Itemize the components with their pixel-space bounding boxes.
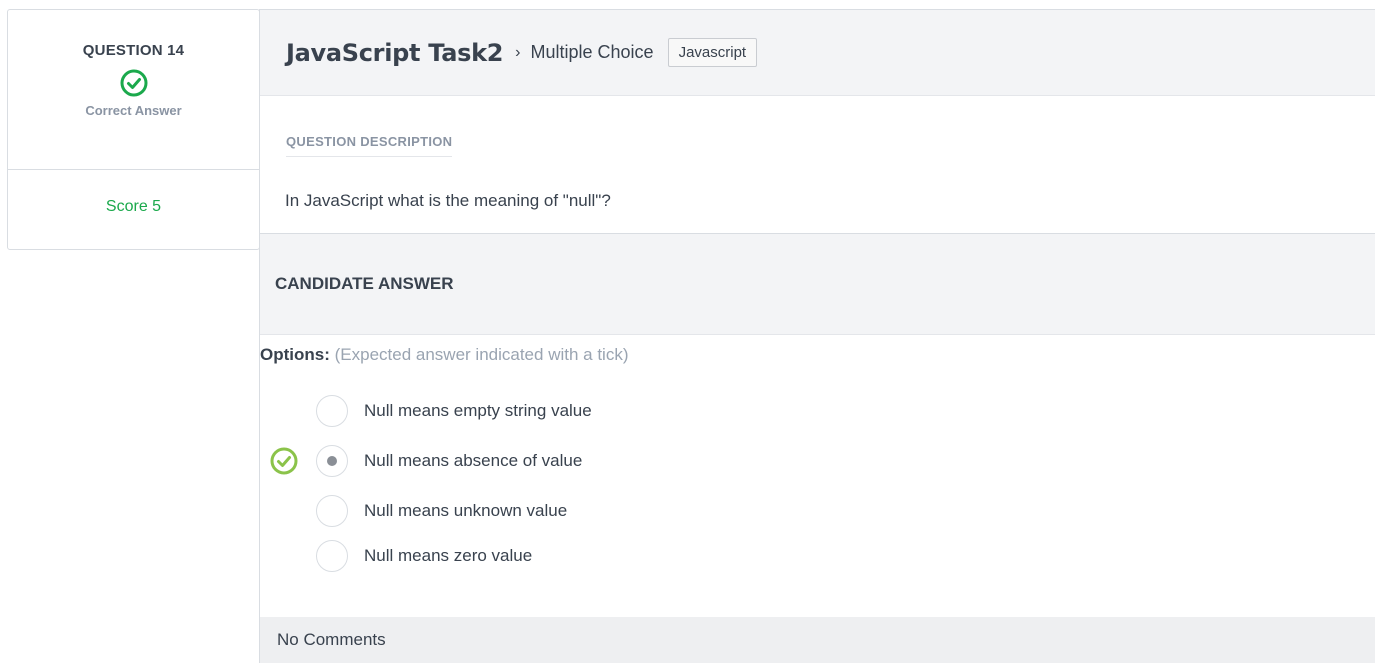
correct-check-icon <box>120 69 147 97</box>
option-label: Null means empty string value <box>364 401 592 420</box>
status-label: Correct Answer <box>85 103 182 118</box>
tick-slot <box>260 494 316 528</box>
question-type: Multiple Choice <box>530 42 654 62</box>
options-title: Options: <box>260 345 330 364</box>
question-number: QUESTION 14 <box>82 42 185 59</box>
options-label: Options: (Expected answer indicated with… <box>260 345 628 365</box>
tick-slot <box>260 539 316 573</box>
description-text: In JavaScript what is the meaning of "nu… <box>285 191 611 210</box>
option-radio[interactable] <box>316 495 348 527</box>
description-heading: QUESTION DESCRIPTION <box>286 134 453 157</box>
breadcrumb-chevron-icon: › <box>515 43 521 61</box>
option-row[interactable]: Null means absence of value <box>260 444 582 478</box>
task-title: JavaScript Task2 <box>286 38 504 67</box>
option-label: Null means zero value <box>364 546 533 565</box>
option-label: Null means unknown value <box>364 501 568 520</box>
expected-answer-tick-icon <box>270 447 298 475</box>
question-description: QUESTION DESCRIPTION In JavaScript what … <box>260 96 1375 234</box>
option-radio[interactable] <box>316 540 348 572</box>
radio-dot <box>327 456 337 466</box>
option-radio-selected[interactable] <box>316 445 348 477</box>
option-row[interactable]: Null means empty string value <box>260 394 592 428</box>
question-detail: JavaScript Task2 › Multiple Choice Javas… <box>259 9 1375 663</box>
comments-bar: No Comments <box>260 617 1375 663</box>
language-tag: Javascript <box>667 38 758 67</box>
question-summary-card: QUESTION 14 Correct Answer Score 5 <box>7 9 260 250</box>
question-status-panel: QUESTION 14 Correct Answer <box>8 10 259 170</box>
options-note: (Expected answer indicated with a tick) <box>334 345 629 364</box>
question-header: JavaScript Task2 › Multiple Choice Javas… <box>260 9 1375 96</box>
option-row[interactable]: Null means unknown value <box>260 494 567 528</box>
score-label: Score 5 <box>105 198 162 215</box>
options-section: Options: (Expected answer indicated with… <box>260 335 1375 575</box>
option-radio[interactable] <box>316 395 348 427</box>
option-row[interactable]: Null means zero value <box>260 539 532 573</box>
candidate-answer-header: CANDIDATE ANSWER <box>260 234 1375 335</box>
candidate-answer-heading: CANDIDATE ANSWER <box>275 274 454 293</box>
option-label: Null means absence of value <box>364 451 583 470</box>
tick-slot <box>260 394 316 428</box>
tick-slot <box>260 444 316 478</box>
